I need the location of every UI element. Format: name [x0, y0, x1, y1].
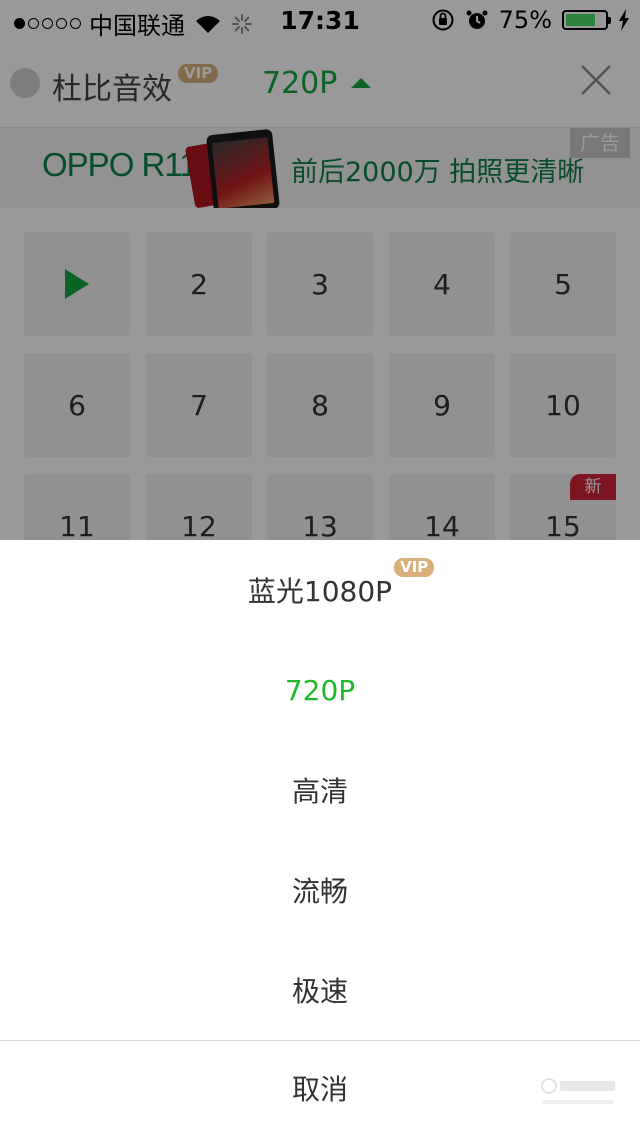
quality-option[interactable]: 蓝光1080P VIP [0, 540, 640, 640]
quality-option[interactable]: 极速 [0, 940, 640, 1040]
quality-option-label: 流畅 [291, 875, 348, 908]
quality-option-label: 极速 [291, 975, 348, 1008]
quality-option-label: 720P [284, 673, 356, 707]
quality-action-sheet: 取消 蓝光1080P VIP 720P 高清流畅极速 [0, 540, 640, 1136]
quality-option[interactable]: 高清 [0, 740, 640, 840]
cancel-button-label: 取消 [291, 1073, 348, 1106]
quality-option-label: 蓝光1080P [247, 575, 393, 608]
vip-badge: VIP [394, 558, 435, 577]
quality-option[interactable]: 流畅 [0, 840, 640, 940]
quality-option-label: 高清 [291, 775, 348, 808]
quality-option[interactable]: 720P [0, 640, 640, 740]
modal-backdrop[interactable] [0, 0, 640, 540]
watermark-logo [541, 1078, 615, 1104]
